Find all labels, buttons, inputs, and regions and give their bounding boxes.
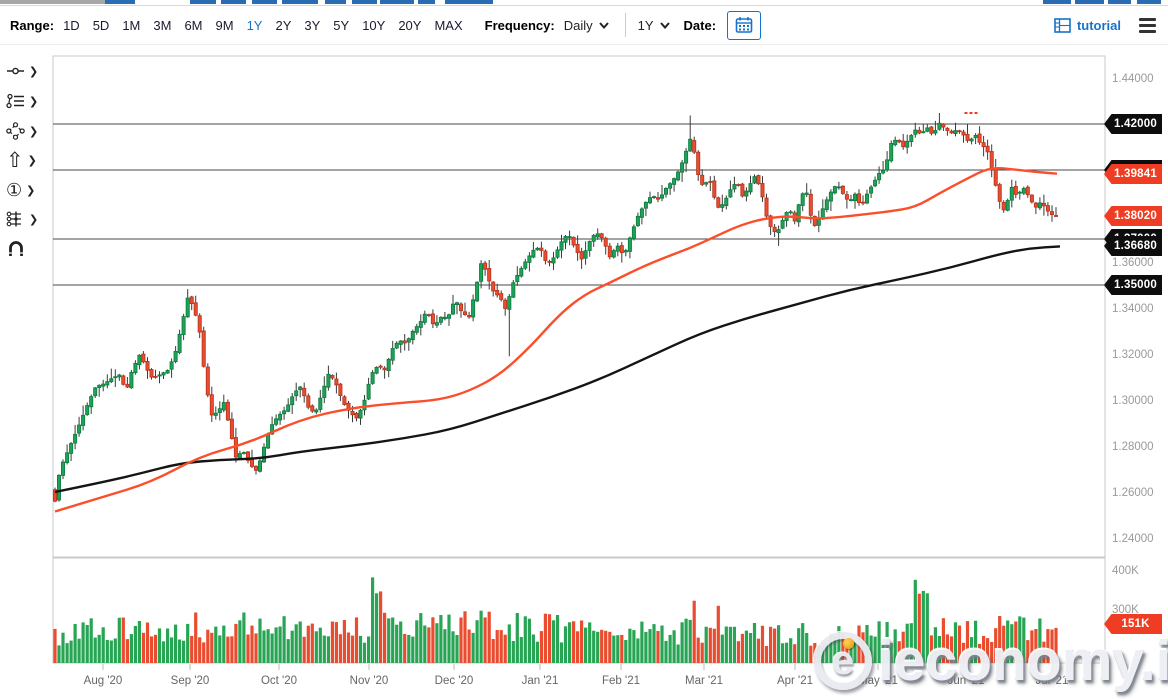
svg-text:1.44000: 1.44000	[1112, 73, 1154, 85]
high-marker	[964, 112, 978, 114]
svg-text:Aug '20: Aug '20	[84, 675, 123, 687]
volume-bars	[53, 577, 1058, 664]
svg-text:Nov '20: Nov '20	[350, 675, 389, 687]
svg-text:1.28000: 1.28000	[1112, 441, 1154, 453]
svg-text:Apr '21: Apr '21	[777, 675, 813, 687]
svg-text:Jun '21: Jun '21	[948, 675, 985, 687]
svg-text:1.38000: 1.38000	[1112, 211, 1154, 223]
svg-text:300K: 300K	[1112, 604, 1139, 616]
price-chart-canvas[interactable]: 1.44000 1.42000 1.40000 1.38000 1.36000 1.340…	[0, 0, 1168, 699]
svg-text:May '21: May '21	[858, 675, 898, 687]
svg-text:Jan '21: Jan '21	[522, 675, 559, 687]
chart-application: Range: 1D 5D 1M 3M 6M 9M 1Y 2Y 3Y 5Y 10Y 20Y MAX Fre…	[0, 0, 1168, 699]
svg-text:Sep '20: Sep '20	[171, 675, 210, 687]
month-axis-labels: Aug '20 Sep '20 Oct '20 Nov '20 Dec '20 Jan '…	[84, 664, 1069, 687]
svg-text:1.26000: 1.26000	[1112, 487, 1154, 499]
svg-text:1.34000: 1.34000	[1112, 303, 1154, 315]
svg-text:Dec '20: Dec '20	[435, 675, 474, 687]
svg-text:Feb '21: Feb '21	[602, 675, 640, 687]
svg-text:1.40000: 1.40000	[1112, 165, 1154, 177]
svg-text:Mar '21: Mar '21	[685, 675, 723, 687]
svg-text:400K: 400K	[1112, 565, 1139, 577]
candlesticks	[53, 113, 1059, 503]
svg-text:1.30000: 1.30000	[1112, 395, 1154, 407]
price-axis-labels: 1.44000 1.42000 1.40000 1.38000 1.36000 1.340…	[1112, 73, 1154, 545]
volume-axis-labels: 400K 300K	[1112, 565, 1139, 616]
svg-text:1.42000: 1.42000	[1112, 119, 1154, 131]
pane-borders	[52, 55, 1106, 664]
svg-text:1.36000: 1.36000	[1112, 257, 1154, 269]
svg-text:Oct '20: Oct '20	[261, 675, 297, 687]
svg-text:1.24000: 1.24000	[1112, 533, 1154, 545]
svg-text:Jul '21: Jul '21	[1036, 675, 1069, 687]
svg-text:1.32000: 1.32000	[1112, 349, 1154, 361]
